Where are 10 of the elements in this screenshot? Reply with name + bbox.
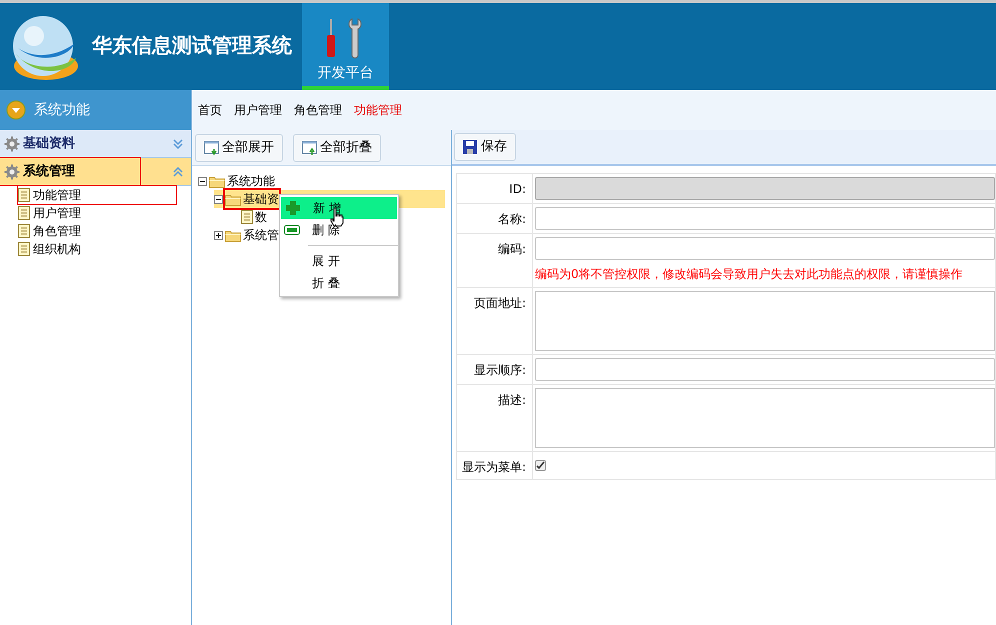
warning-text: 编码为0将不管控权限，修改编码会导致用户失去对此功能点的权限，请谨慎操作 <box>535 266 964 283</box>
field-label: 编码: <box>498 241 526 256</box>
field-label: 页面地址: <box>474 295 526 310</box>
field-label: 显示为菜单: <box>462 459 526 474</box>
app-title: 华东信息测试管理系统 <box>92 32 292 59</box>
field-label: 描述: <box>498 392 526 407</box>
sidebar-header: 系统功能 <box>0 90 191 130</box>
field-label: 显示顺序: <box>474 362 526 377</box>
field-label: 名称: <box>498 211 526 226</box>
field-label: ID: <box>509 181 526 196</box>
